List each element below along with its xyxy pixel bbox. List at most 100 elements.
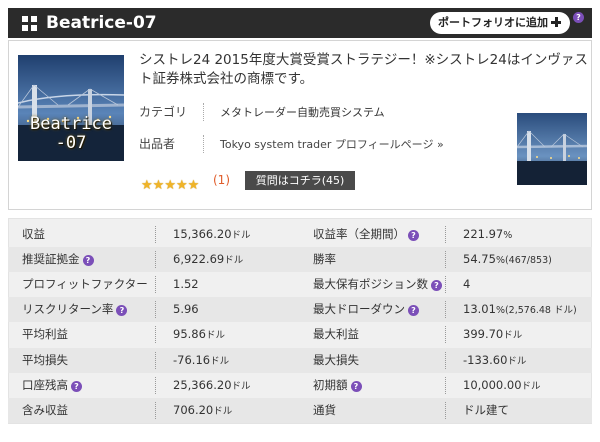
stat-unit: % [495, 255, 505, 267]
star-icon: ★ [175, 178, 188, 193]
stat-value-cell: 6,922.69ドル [173, 247, 243, 273]
stats-row: 平均損失 -76.16ドル 最大損失 -133.60ドル [8, 347, 592, 374]
stat-label: 収益 [22, 227, 45, 241]
stat-value-cell: -76.16ドル [173, 348, 229, 374]
column-separator [155, 251, 156, 269]
stat-value: 13.01 [463, 302, 496, 317]
column-separator [155, 276, 156, 294]
stat-value-cell: 10,000.00ドル [463, 373, 541, 399]
stat-label-cell: 勝率 [313, 247, 336, 272]
grid-icon [22, 16, 37, 31]
stat-unit: ドル [231, 230, 251, 241]
stat-detail: (2,576.48 ドル) [504, 305, 577, 317]
column-separator [445, 301, 446, 319]
stat-value: 95.86 [173, 327, 206, 342]
stat-value: ドル建て [463, 402, 509, 417]
stat-value-cell: 15,366.20ドル [173, 222, 251, 248]
stat-label: 初期額 [313, 377, 348, 392]
stat-value-cell: 221.97% [463, 222, 512, 248]
stat-value: -133.60 [463, 352, 508, 367]
stat-unit: % [503, 230, 513, 241]
publisher-label: 出品者 [139, 137, 176, 151]
stat-unit: % [495, 305, 505, 317]
stats-row: 含み収益 706.20ドル 通貨 ドル建て [8, 397, 592, 424]
review-count-link[interactable]: (1) [213, 172, 230, 188]
column-separator [445, 376, 446, 394]
stat-label: 口座残高 [22, 377, 68, 392]
stats-row: リスクリターン率? 5.96 最大ドローダウン? 13.01%(2,576.48 ドル… [8, 297, 592, 323]
question-button[interactable]: 質問はコチラ(45) [245, 171, 355, 190]
help-icon[interactable]: ? [408, 230, 419, 241]
stat-unit: ドル [205, 330, 225, 342]
stat-label-cell: 口座残高? [22, 373, 82, 398]
stat-value-cell: 95.86ドル [173, 322, 225, 348]
stat-label-cell: 収益 [22, 222, 45, 247]
stat-label-cell: 含み収益 [22, 398, 68, 423]
strategy-logo-text: Beatrice -07 [30, 114, 112, 153]
stat-label-cell: プロフィットファクター [22, 272, 148, 297]
stat-value: -76.16 [173, 352, 211, 367]
help-icon[interactable]: ? [350, 380, 362, 392]
column-separator [445, 326, 446, 344]
stat-unit: ドル [503, 330, 523, 342]
stat-value: 25,366.20 [173, 377, 232, 392]
stat-value-cell: 13.01%(2,576.48 ドル) [463, 297, 577, 323]
star-icon: ★ [141, 178, 153, 193]
strategy-description: シストレ24 2015年度大賞受賞ストラテジー！※シストレ24はインヴァスト証券… [139, 52, 588, 87]
stat-label: 最大損失 [313, 352, 359, 367]
stat-label-cell: 最大保有ポジション数? [313, 272, 442, 297]
stat-label: 通貨 [313, 402, 336, 417]
page-title: Beatrice-07 [46, 13, 157, 33]
stat-label-cell: 推奨証拠金? [22, 247, 94, 272]
stat-value: 15,366.20 [173, 227, 232, 241]
help-icon[interactable]: ? [116, 305, 128, 317]
stat-value: 1.52 [173, 277, 199, 292]
stats-row: 平均利益 95.86ドル 最大利益 399.70ドル [8, 322, 592, 347]
add-to-portfolio-button[interactable]: ポートフォリオに追加 [430, 12, 570, 34]
column-separator [445, 226, 446, 243]
stat-label: 最大利益 [313, 327, 359, 342]
help-icon[interactable]: ? [408, 305, 419, 317]
stat-label-cell: リスクリターン率? [22, 297, 128, 322]
stats-row: 口座残高? 25,366.20ドル 初期額? 10,000.00ドル [8, 373, 592, 398]
stats-row: プロフィットファクター 1.52 最大保有ポジション数? 4 [8, 272, 592, 297]
category-label: カテゴリ [139, 105, 188, 119]
stat-label: 収益率（全期間） [313, 227, 405, 241]
stat-unit: ドル [213, 405, 233, 417]
help-icon[interactable]: ? [573, 12, 584, 23]
column-separator [155, 376, 156, 394]
stat-value-cell: 706.20ドル [173, 398, 232, 424]
stat-value: 54.75 [463, 252, 496, 267]
stat-value: 399.70 [463, 327, 504, 342]
stat-label: プロフィットファクター [22, 277, 148, 292]
help-icon[interactable]: ? [82, 255, 94, 267]
stat-label: リスクリターン率 [22, 302, 114, 317]
star-icon: ★ [187, 178, 200, 193]
star-icon: ★ [152, 178, 165, 193]
stat-value: 221.97 [463, 227, 504, 241]
stat-value: 6,922.69 [173, 252, 225, 267]
column-separator [155, 351, 156, 369]
help-icon[interactable]: ? [71, 380, 82, 392]
stat-value-cell: -133.60ドル [463, 348, 526, 374]
stat-value-cell: 4 [463, 272, 470, 297]
stat-value-cell: 54.75%(467/853) [463, 247, 552, 273]
help-icon[interactable]: ? [431, 280, 442, 292]
stat-value-cell: 1.52 [173, 272, 199, 297]
rating-stars: ★★★★★ [141, 174, 199, 193]
stat-label-cell: 最大損失 [313, 348, 359, 373]
category-value: メタトレーダー自動売買システム [220, 106, 385, 119]
add-to-portfolio-label: ポートフォリオに追加 [438, 16, 548, 29]
column-separator [445, 401, 446, 419]
column-separator [445, 351, 446, 369]
stat-label-cell: 収益率（全期間）? [313, 222, 419, 247]
strategy-thumbnail[interactable] [517, 113, 587, 185]
stat-label-cell: 平均利益 [22, 322, 68, 347]
stat-label: 勝率 [313, 252, 336, 267]
stat-value: 5.96 [173, 302, 199, 317]
stat-value-cell: 5.96 [173, 297, 199, 322]
publisher-profile-link[interactable]: Tokyo system trader プロフィールページ » [220, 137, 444, 153]
stat-label-cell: 平均損失 [22, 348, 68, 373]
stat-value-cell: 25,366.20ドル [173, 373, 251, 399]
stat-label: 平均利益 [22, 327, 68, 342]
